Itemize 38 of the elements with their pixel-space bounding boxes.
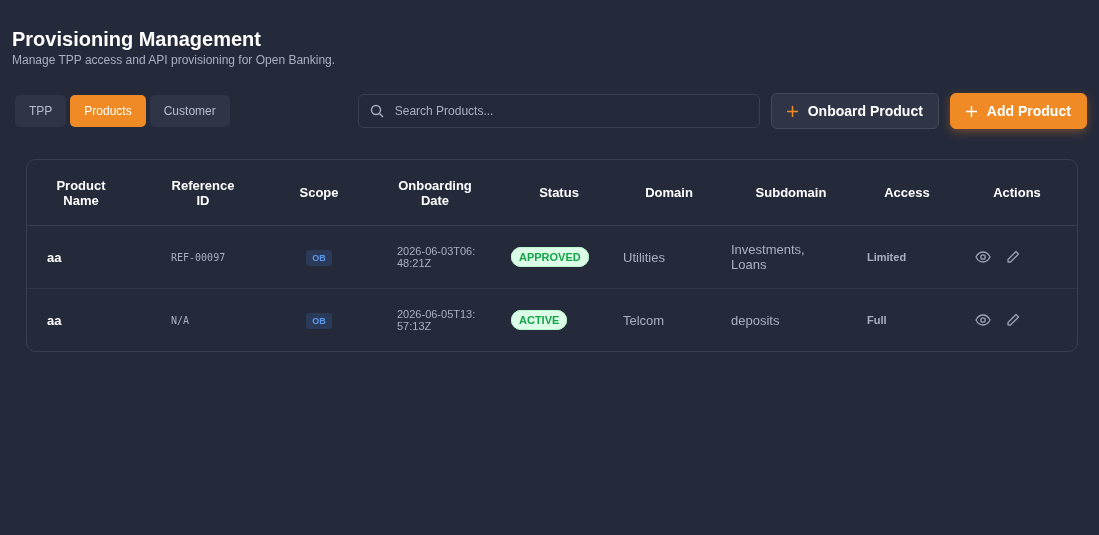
table-cell: 2026-06-05T13:57:13Z [397, 308, 477, 332]
column-header: Status [539, 185, 579, 200]
column-header: Product Name [55, 177, 107, 208]
plus-icon [965, 105, 977, 117]
tab[interactable]: Customer [149, 95, 230, 127]
table-cell: Full [867, 314, 887, 326]
table-cell: deposits [731, 312, 780, 328]
table-cell: N/A [171, 314, 190, 326]
page-title: Provisioning Management [12, 28, 262, 51]
eye-icon[interactable] [975, 251, 991, 264]
column-header: Subdomain [755, 185, 827, 200]
table-cell: Telcom [623, 312, 665, 328]
table-cell: aa [47, 249, 62, 265]
column-header: Actions [993, 185, 1041, 200]
column-header: Onboarding Date [397, 177, 473, 208]
onboard-button[interactable]: Onboard Product [770, 93, 939, 129]
column-header: Domain [645, 185, 693, 200]
column-header: Scope [299, 185, 339, 200]
table-cell: Limited [867, 251, 907, 263]
table-cell-text: Investments, Loans [731, 242, 806, 272]
scope-badge: OB [306, 313, 332, 329]
table-cell: Utilities [623, 249, 665, 265]
plus-icon [786, 105, 798, 117]
tab[interactable]: TPP [15, 95, 67, 127]
status-badge: APPROVED [511, 247, 589, 267]
scope-badge: OB [306, 250, 332, 266]
table-cell: REF-00097 [171, 251, 226, 263]
eye-icon[interactable] [975, 314, 991, 327]
pencil-icon[interactable] [1006, 313, 1021, 328]
column-header: Reference ID [170, 177, 236, 208]
search-field[interactable]: Search Products... [357, 94, 760, 128]
search-icon [369, 104, 384, 118]
status-badge: ACTIVE [511, 310, 568, 330]
pencil-icon[interactable] [1006, 250, 1021, 265]
column-header: Access [884, 185, 930, 200]
page-subtitle: Manage TPP access and API provisioning for Open Banking. [12, 53, 337, 67]
table-cell: 2026-06-03T06:48:21Z [397, 245, 477, 269]
table-cell: aa [47, 312, 62, 328]
